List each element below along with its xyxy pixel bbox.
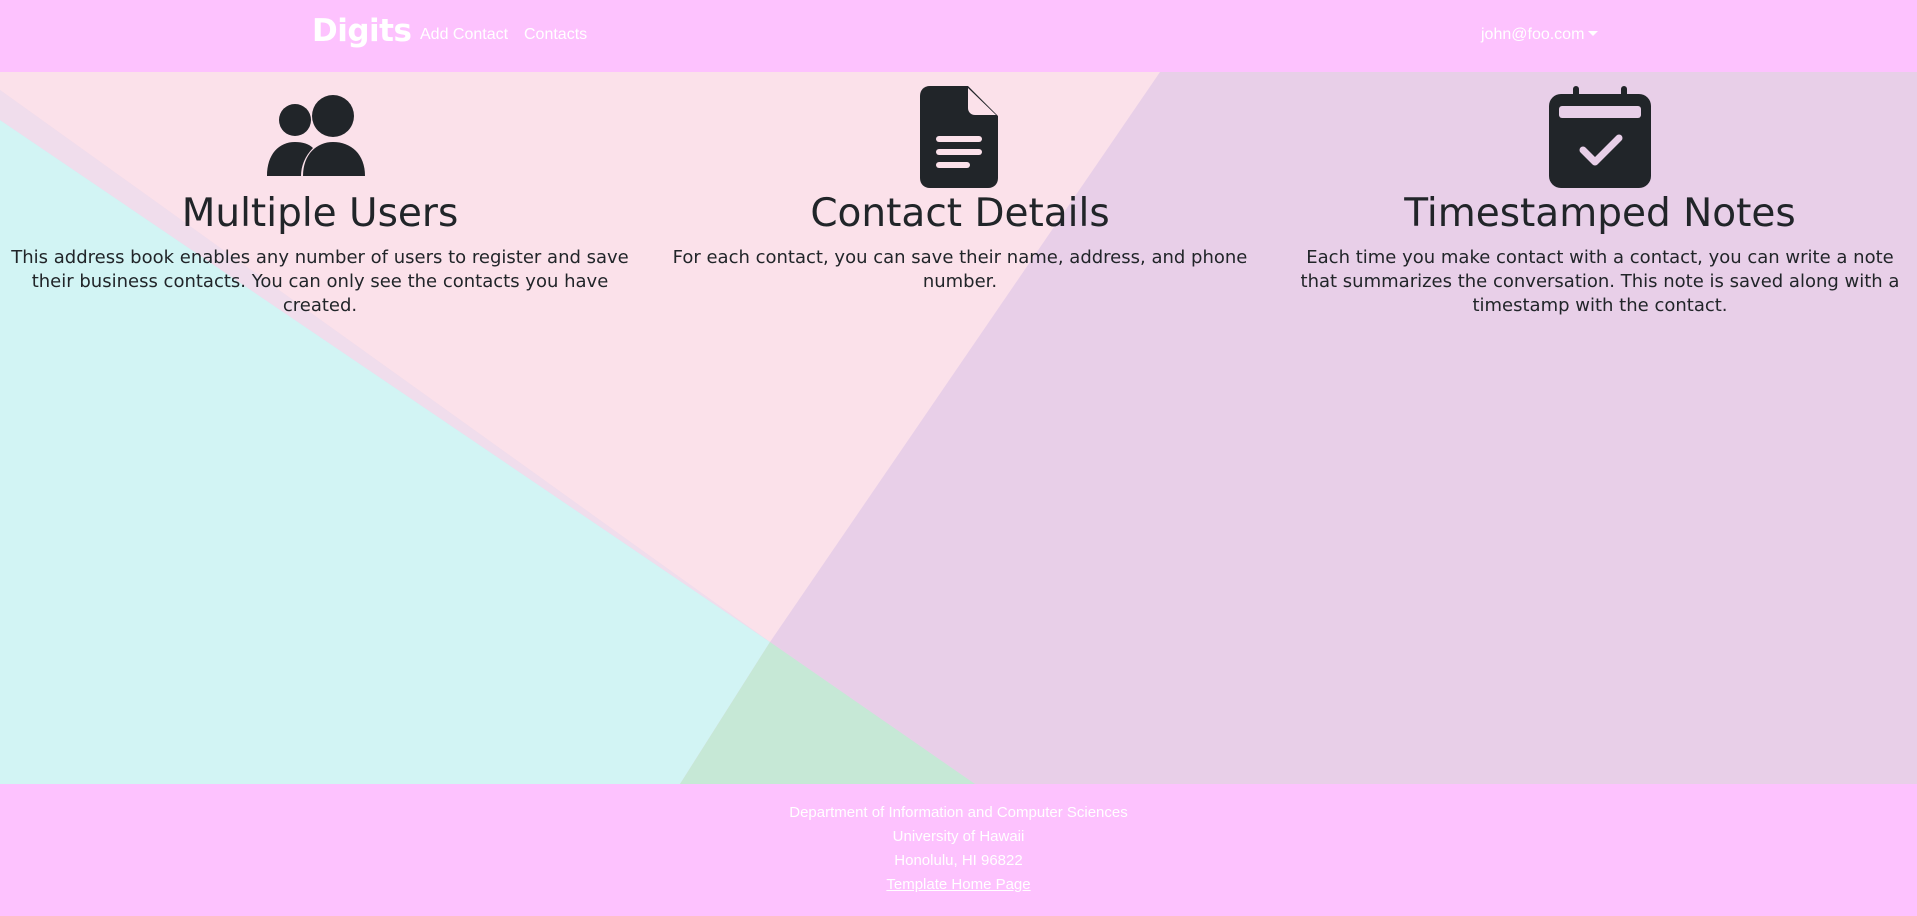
brand-link[interactable]: Digits bbox=[312, 13, 412, 49]
footer-university: University of Hawaii bbox=[892, 828, 1025, 845]
user-email: john@foo.com bbox=[1481, 26, 1585, 43]
users-icon bbox=[267, 95, 365, 176]
page: Digits Add Contact Contacts john@foo.com… bbox=[0, 0, 1917, 916]
feature-description: This address book enables any number of … bbox=[11, 247, 629, 316]
feature-description: Each time you make contact with a contac… bbox=[1300, 247, 1900, 316]
feature-timestamped-notes: Timestamped Notes Each time you make con… bbox=[1295, 86, 1905, 318]
caret-down-icon bbox=[1588, 31, 1599, 36]
feature-title: Timestamped Notes bbox=[1404, 191, 1796, 236]
footer: Department of Information and Computer S… bbox=[0, 784, 1917, 916]
navbar: Digits Add Contact Contacts john@foo.com bbox=[0, 0, 1917, 72]
template-home-link[interactable]: Template Home Page bbox=[0, 873, 1917, 897]
footer-address: Department of Information and Computer S… bbox=[0, 801, 1917, 897]
user-dropdown[interactable]: john@foo.com bbox=[1481, 26, 1599, 44]
feature-title: Multiple Users bbox=[181, 191, 459, 236]
nav-add-contact-link[interactable]: Add Contact bbox=[420, 26, 508, 44]
feature-description: For each contact, you can save their nam… bbox=[672, 247, 1248, 292]
footer-department: Department of Information and Computer S… bbox=[789, 804, 1128, 821]
feature-multiple-users: Multiple Users This address book enables… bbox=[0, 86, 640, 318]
landing-hero: Multiple Users This address book enables… bbox=[0, 72, 1917, 784]
feature-title: Contact Details bbox=[810, 191, 1110, 236]
file-text-icon bbox=[920, 86, 998, 188]
feature-contact-details: Contact Details For each contact, you ca… bbox=[660, 86, 1260, 294]
calendar-check-icon bbox=[1549, 86, 1651, 188]
nav-contacts-link[interactable]: Contacts bbox=[524, 26, 587, 44]
footer-city: Honolulu, HI 96822 bbox=[894, 852, 1023, 869]
